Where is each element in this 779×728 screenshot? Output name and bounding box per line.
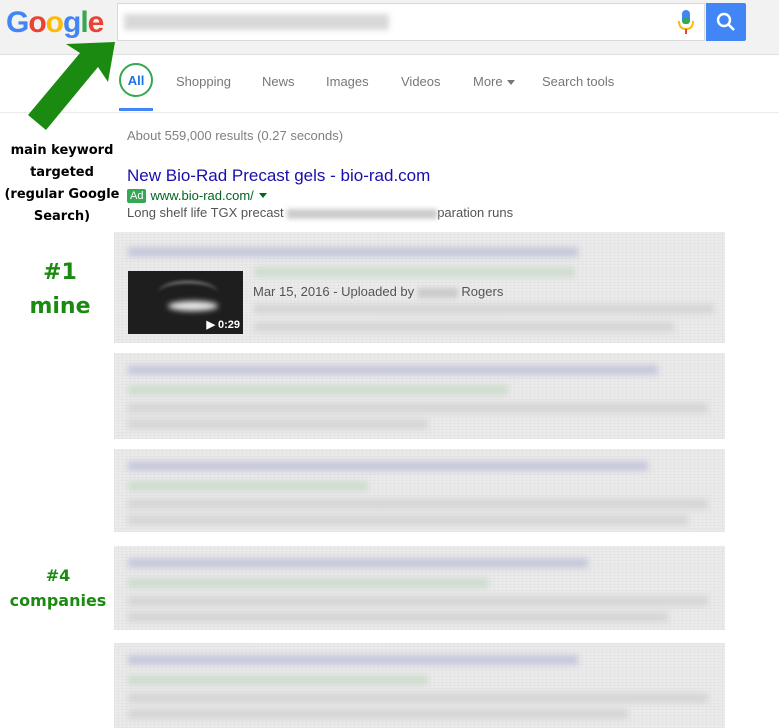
redacted-url xyxy=(128,481,368,491)
duration-text: 0:29 xyxy=(217,319,240,331)
annotation-line: #4 xyxy=(45,566,71,585)
annotation-line: targeted xyxy=(30,165,94,180)
redacted-title xyxy=(128,655,578,665)
video-meta: Mar 15, 2016 - Uploaded by Rogers xyxy=(253,284,503,299)
redacted-url xyxy=(128,675,428,685)
ad-description: Long shelf life TGX precast paration run… xyxy=(127,205,513,220)
logo-letter: g xyxy=(63,6,81,39)
tab-search-tools[interactable]: Search tools xyxy=(542,74,614,89)
video-duration: ▶ 0:29 xyxy=(206,318,240,331)
annotation-main-keyword: main keyword targeted (regular Google Se… xyxy=(0,140,124,228)
redacted-title xyxy=(128,247,578,257)
thumbnail-graphic xyxy=(168,301,218,311)
redacted-snippet xyxy=(128,419,428,429)
ad-url-row: Ad www.bio-rad.com/ xyxy=(127,187,267,203)
redacted-query xyxy=(124,14,389,30)
video-uploader: Rogers xyxy=(461,284,504,299)
top-bar: Google xyxy=(0,0,779,55)
redacted-title xyxy=(128,461,648,471)
active-tab-indicator xyxy=(119,108,153,111)
caret-down-icon[interactable] xyxy=(258,193,267,199)
video-thumbnail[interactable]: ▶ 0:29 xyxy=(128,271,243,334)
logo-letter: l xyxy=(80,6,88,39)
google-logo[interactable]: Google xyxy=(6,6,105,40)
search-result-5[interactable] xyxy=(114,643,725,728)
redacted-snippet xyxy=(254,322,674,332)
chevron-down-icon xyxy=(506,80,515,86)
search-result-4[interactable] xyxy=(114,546,725,630)
redacted-text xyxy=(417,287,458,298)
logo-letter: e xyxy=(87,6,105,39)
redacted-snippet xyxy=(128,499,708,509)
annotation-rank-1: #1 mine xyxy=(20,256,100,324)
redacted-snippet xyxy=(128,693,708,703)
annotation-line: Search) xyxy=(33,209,91,224)
annotation-line: companies xyxy=(9,591,107,610)
ad-desc-start: Long shelf life TGX precast xyxy=(127,205,284,220)
tab-images[interactable]: Images xyxy=(326,74,369,89)
tab-videos[interactable]: Videos xyxy=(401,74,441,89)
annotation-line: main keyword xyxy=(10,143,114,158)
play-icon: ▶ xyxy=(206,319,215,331)
result-stats: About 559,000 results (0.27 seconds) xyxy=(127,128,344,143)
tab-all[interactable]: All xyxy=(119,63,153,97)
search-result-3[interactable] xyxy=(114,449,725,532)
ad-desc-end: paration runs xyxy=(437,205,514,220)
search-tabs: All Shopping News Images Videos More Sea… xyxy=(0,54,779,113)
redacted-url xyxy=(128,578,488,588)
search-icon xyxy=(716,12,735,31)
redacted-snippet xyxy=(128,596,708,606)
ad-title-link[interactable]: New Bio-Rad Precast gels - bio-rad.com xyxy=(127,166,430,186)
logo-letter: G xyxy=(6,6,29,39)
search-input[interactable] xyxy=(117,3,705,41)
redacted-url xyxy=(254,267,574,277)
mic-icon[interactable] xyxy=(677,9,695,35)
search-button[interactable] xyxy=(706,3,746,41)
annotation-rank-4: #4 companies xyxy=(0,563,116,613)
logo-letter: o xyxy=(45,6,64,39)
annotation-line: (regular Google xyxy=(4,187,120,202)
redacted-snippet xyxy=(128,612,668,622)
search-result-2[interactable] xyxy=(114,353,725,439)
redacted-snippet xyxy=(128,403,708,413)
redacted-title xyxy=(128,558,588,568)
ad-badge: Ad xyxy=(127,188,147,203)
redacted-snippet xyxy=(128,515,688,525)
annotation-line: #1 xyxy=(43,260,77,285)
redacted-snippet xyxy=(128,709,628,719)
redacted-title xyxy=(128,365,658,375)
redacted-snippet xyxy=(254,304,714,314)
redacted-text xyxy=(287,208,438,219)
tab-news[interactable]: News xyxy=(262,74,295,89)
logo-letter: o xyxy=(28,6,46,39)
tab-shopping[interactable]: Shopping xyxy=(176,74,231,89)
tab-more[interactable]: More xyxy=(473,74,515,89)
redacted-url xyxy=(128,385,508,395)
video-date: Mar 15, 2016 - Uploaded by xyxy=(253,284,415,299)
ad-url[interactable]: www.bio-rad.com/ xyxy=(150,188,253,203)
tab-more-label: More xyxy=(473,74,503,89)
annotation-line: mine xyxy=(29,294,91,319)
